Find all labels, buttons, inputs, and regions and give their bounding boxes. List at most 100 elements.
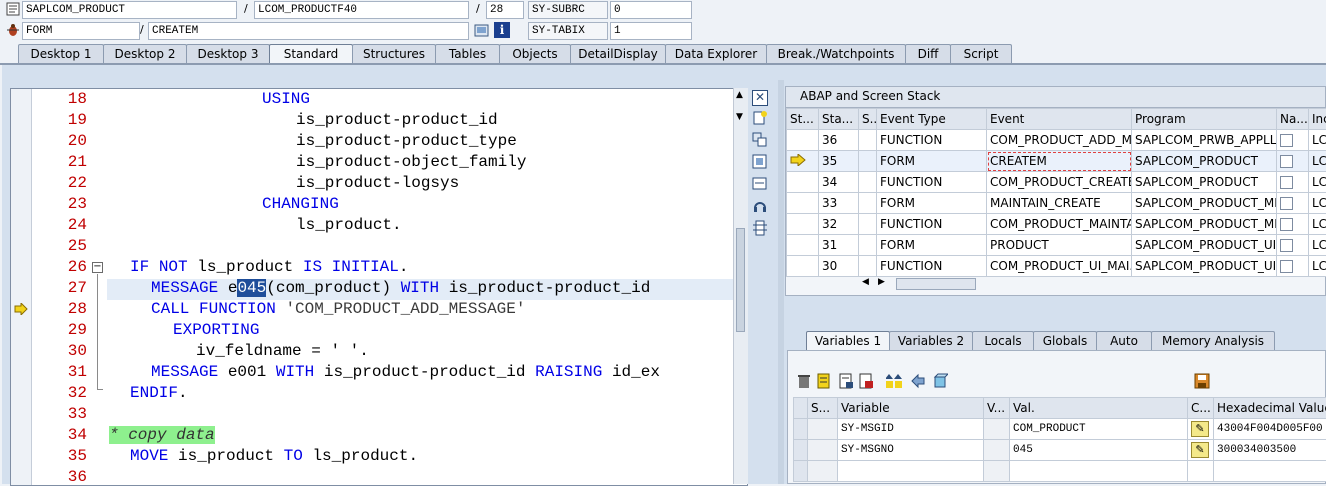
tab-diff[interactable]: Diff — [905, 44, 951, 64]
event-name[interactable]: CREATEM — [987, 151, 1132, 172]
program-name[interactable]: SAPLCOM_PRODUCT_UI... — [1132, 256, 1277, 277]
load-variables-icon[interactable] — [858, 373, 874, 389]
column-header[interactable]: S... — [808, 398, 838, 419]
new-tool-icon[interactable] — [752, 110, 768, 126]
tab-objects[interactable]: Objects — [499, 44, 571, 64]
event-type-field[interactable]: FORM — [22, 22, 140, 40]
column-header[interactable]: Sta... — [819, 109, 859, 130]
delete-icon[interactable] — [796, 373, 812, 389]
program-name[interactable]: SAPLCOM_PRWB_APPLL... — [1132, 130, 1277, 151]
variable-value[interactable]: 045 — [1010, 440, 1188, 461]
tab-locals[interactable]: Locals — [972, 331, 1034, 351]
tab-structures[interactable]: Structures — [352, 44, 436, 64]
program-name[interactable]: SAPLCOM_PRODUCT — [1132, 151, 1277, 172]
navigate-icon[interactable] — [1280, 239, 1293, 252]
variable-name[interactable]: SY-MSGID — [838, 419, 984, 440]
table-row-current[interactable]: 35 FORM CREATEM SAPLCOM_PRODUCT LC — [787, 151, 1326, 172]
scroll-down-icon[interactable]: ▼ — [736, 112, 743, 122]
column-header[interactable]: V... — [984, 398, 1010, 419]
navigate-icon[interactable] — [1280, 197, 1293, 210]
navigate-icon[interactable] — [1280, 218, 1293, 231]
edit-pencil-icon[interactable]: ✎ — [1191, 442, 1209, 458]
navigate-cell[interactable] — [1277, 235, 1309, 256]
program-name[interactable]: SAPLCOM_PRODUCT_UI... — [1132, 235, 1277, 256]
edit-pencil-icon[interactable]: ✎ — [1191, 421, 1209, 437]
event-name[interactable]: COM_PRODUCT_ADD_M... — [987, 130, 1132, 151]
scroll-right-icon[interactable]: ▶ — [878, 277, 885, 287]
tabix-value[interactable]: 1 — [610, 22, 692, 40]
tab-globals[interactable]: Globals — [1033, 331, 1097, 351]
services-icon[interactable] — [752, 198, 768, 214]
maximize-icon[interactable] — [752, 154, 768, 170]
resize-icon[interactable] — [752, 176, 768, 192]
event-name[interactable]: COM_PRODUCT_MAINTA... — [987, 214, 1132, 235]
tab-memory-analysis[interactable]: Memory Analysis — [1151, 331, 1275, 351]
variable-value[interactable] — [1010, 461, 1188, 482]
column-header[interactable]: St... — [787, 109, 819, 130]
table-row[interactable]: SY-MSGNO 045 ✎ 300034003500 — [794, 440, 1326, 461]
row-selector[interactable] — [794, 440, 808, 461]
breakpoint-gutter[interactable] — [11, 89, 32, 485]
table-row[interactable]: 34 FUNCTION COM_PRODUCT_CREATE... SAPLCO… — [787, 172, 1326, 193]
swap-tool-icon[interactable] — [752, 132, 768, 148]
close-icon[interactable]: ✕ — [752, 90, 768, 106]
scroll-up-icon[interactable]: ▲ — [736, 90, 743, 100]
table-row-empty[interactable] — [794, 461, 1326, 482]
column-header[interactable]: Hexadecimal Value — [1214, 398, 1326, 419]
variable-name[interactable]: SY-MSGNO — [838, 440, 984, 461]
tab-desktop-2[interactable]: Desktop 2 — [103, 44, 187, 64]
line-field[interactable]: 28 — [486, 1, 524, 19]
variable-value[interactable]: COM_PRODUCT — [1010, 419, 1188, 440]
tab-detail-display[interactable]: DetailDisplay — [570, 44, 666, 64]
row-selector[interactable] — [794, 461, 808, 482]
display-icon[interactable] — [474, 23, 490, 39]
row-selector-header[interactable] — [794, 398, 808, 419]
navigate-cell[interactable] — [1277, 214, 1309, 235]
save-icon[interactable] — [1194, 373, 1210, 389]
navigate-cell[interactable] — [1277, 193, 1309, 214]
object-icon[interactable] — [932, 373, 948, 389]
event-name[interactable]: COM_PRODUCT_CREATE... — [987, 172, 1132, 193]
tab-script[interactable]: Script — [950, 44, 1012, 64]
table-row[interactable]: 31 FORM PRODUCT SAPLCOM_PRODUCT_UI... LC — [787, 235, 1326, 256]
navigate-to-icon[interactable] — [910, 373, 926, 389]
expand-all-icon[interactable] — [886, 373, 902, 389]
column-header[interactable]: Inc — [1309, 109, 1326, 130]
table-row[interactable]: 33 FORM MAINTAIN_CREATE SAPLCOM_PRODUCT_… — [787, 193, 1326, 214]
navigate-cell[interactable] — [1277, 172, 1309, 193]
navigate-icon[interactable] — [1280, 155, 1293, 168]
event-name[interactable]: MAINTAIN_CREATE — [987, 193, 1132, 214]
program-name[interactable]: SAPLCOM_PRODUCT_MN... — [1132, 214, 1277, 235]
tab-data-explorer[interactable]: Data Explorer — [665, 44, 767, 64]
column-header[interactable]: C... — [1188, 398, 1214, 419]
tab-desktop-3[interactable]: Desktop 3 — [186, 44, 270, 64]
variable-name[interactable] — [838, 461, 984, 482]
scroll-thumb[interactable] — [896, 278, 976, 290]
change-cell[interactable]: ✎ — [1188, 440, 1214, 461]
column-header[interactable]: Program — [1132, 109, 1277, 130]
event-name-field[interactable]: CREATEM — [148, 22, 469, 40]
collapse-block-icon[interactable]: − — [92, 262, 103, 273]
change-cell[interactable] — [1188, 461, 1214, 482]
splitter[interactable] — [778, 80, 784, 484]
info-icon[interactable]: i — [494, 22, 510, 38]
navigate-cell[interactable] — [1277, 151, 1309, 172]
tab-tables[interactable]: Tables — [435, 44, 500, 64]
column-header[interactable]: Val. — [1010, 398, 1188, 419]
include-field[interactable]: LCOM_PRODUCTF40 — [254, 1, 469, 19]
event-name[interactable]: PRODUCT — [987, 235, 1132, 256]
debug-settings-icon[interactable] — [752, 220, 768, 236]
table-row[interactable]: 32 FUNCTION COM_PRODUCT_MAINTA... SAPLCO… — [787, 214, 1326, 235]
navigate-cell[interactable] — [1277, 256, 1309, 277]
navigate-icon[interactable] — [1280, 260, 1293, 273]
scroll-thumb[interactable] — [736, 228, 745, 332]
navigate-icon[interactable] — [1280, 176, 1293, 189]
program-name[interactable]: SAPLCOM_PRODUCT_MN... — [1132, 193, 1277, 214]
column-header[interactable]: Variable — [838, 398, 984, 419]
tab-variables-2[interactable]: Variables 2 — [889, 331, 973, 351]
horizontal-scrollbar[interactable]: ◀ ▶ — [862, 277, 978, 291]
program-name[interactable]: SAPLCOM_PRODUCT — [1132, 172, 1277, 193]
navigate-icon[interactable] — [1280, 134, 1293, 147]
tab-auto[interactable]: Auto — [1096, 331, 1152, 351]
change-cell[interactable]: ✎ — [1188, 419, 1214, 440]
